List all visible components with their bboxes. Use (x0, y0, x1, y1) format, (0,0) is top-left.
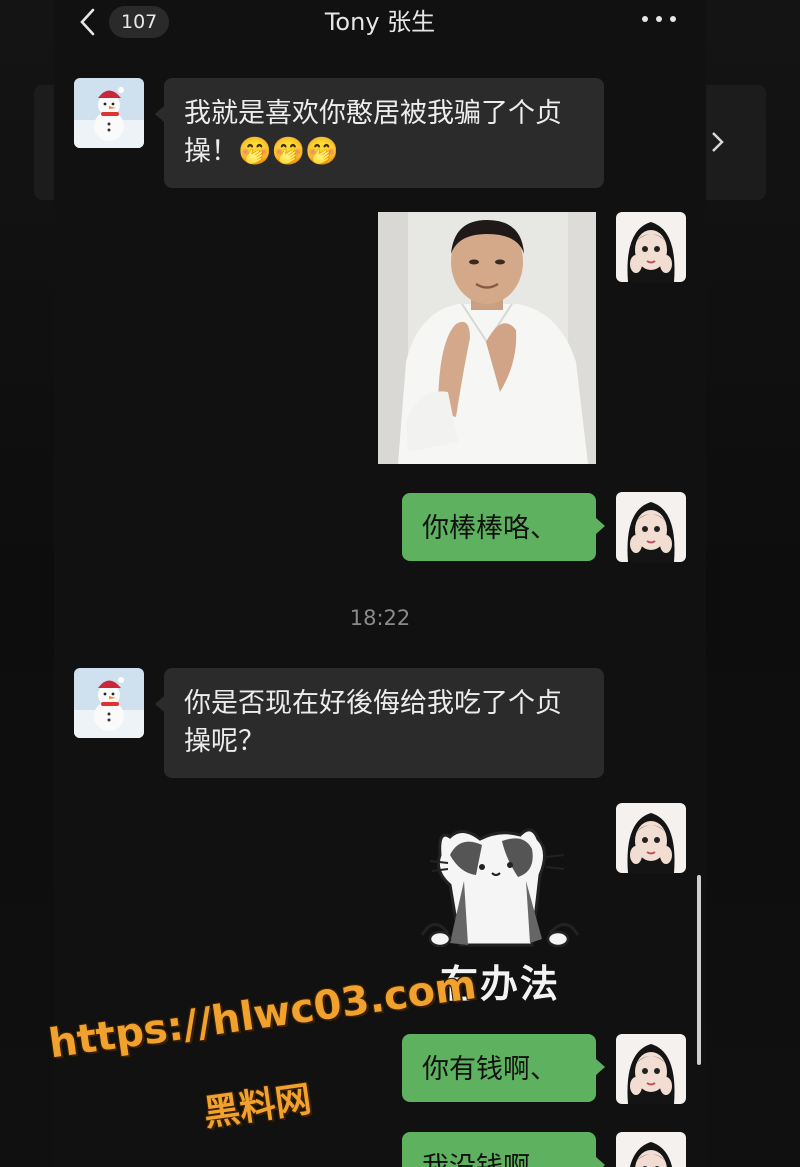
snowman-avatar-icon (74, 668, 144, 738)
message-bubble-outgoing[interactable]: 你有钱啊、 (402, 1034, 596, 1102)
nav-bar: 107 Tony 张生 (54, 0, 706, 48)
chat-window: 107 Tony 张生 我就是喜欢你憨居被我骗了个贞操！🤭🤭🤭 你棒棒咯、 18… (54, 0, 706, 1167)
girl-avatar-icon (616, 492, 686, 562)
ellipsis-icon[interactable] (642, 16, 676, 26)
sticker-caption: 冇办法 (439, 961, 560, 1006)
photo-content (378, 212, 596, 464)
chevron-right-icon (712, 132, 724, 152)
message-timestamp: 18:22 (349, 606, 411, 630)
bubble-tail (596, 1059, 605, 1075)
cat-sticker-icon (420, 828, 580, 948)
message-bubble-outgoing[interactable]: 你棒棒咯、 (402, 493, 596, 561)
my-avatar[interactable] (616, 492, 686, 562)
message-bubble-incoming[interactable]: 我就是喜欢你憨居被我骗了个贞操！🤭🤭🤭 (164, 78, 604, 188)
girl-avatar-icon (616, 212, 686, 282)
message-bubble-incoming[interactable]: 你是否现在好後侮给我吃了个贞操呢？ (164, 668, 604, 778)
scrollbar[interactable] (697, 875, 701, 1065)
snowman-avatar-icon (74, 78, 144, 148)
bubble-tail (155, 696, 164, 712)
my-avatar[interactable] (616, 1034, 686, 1104)
girl-avatar-icon (616, 803, 686, 873)
girl-avatar-icon (616, 1034, 686, 1104)
girl-avatar-icon (616, 1132, 686, 1167)
message-image[interactable] (378, 212, 596, 464)
contact-avatar[interactable] (74, 668, 144, 738)
my-avatar[interactable] (616, 1132, 686, 1167)
bubble-tail (155, 106, 164, 122)
message-bubble-outgoing[interactable]: 我没钱啊、 (402, 1132, 596, 1167)
contact-avatar[interactable] (74, 78, 144, 148)
bubble-tail (596, 518, 605, 534)
my-avatar[interactable] (616, 212, 686, 282)
chat-title: Tony 张生 (324, 8, 436, 36)
bubble-tail (596, 1157, 605, 1167)
message-sticker[interactable]: 冇办法 (420, 815, 580, 1006)
my-avatar[interactable] (616, 803, 686, 873)
